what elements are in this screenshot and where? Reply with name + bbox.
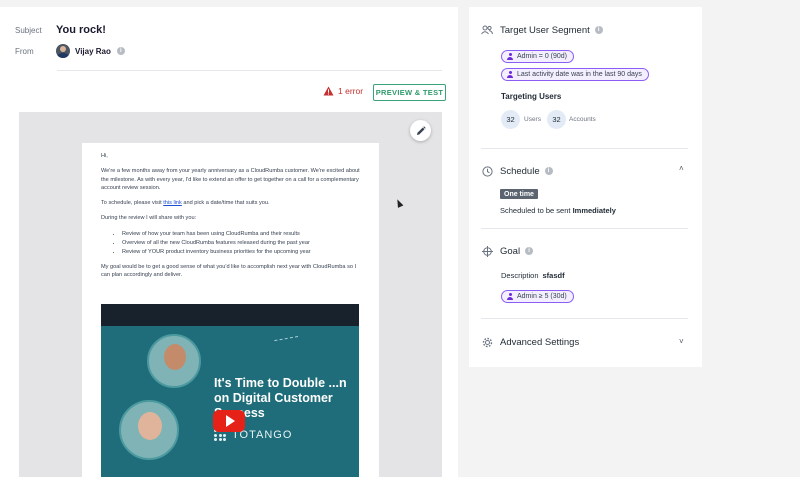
avatar	[56, 44, 70, 58]
section-divider	[481, 228, 688, 229]
target-segment-title: Target User Segment	[500, 24, 590, 36]
person-icon	[507, 53, 513, 60]
email-paragraph-3: During the review I will share with you:	[101, 215, 197, 222]
chip-label: Last activity date was in the last 90 da…	[517, 71, 642, 78]
email-text: To schedule, please visit	[101, 200, 164, 207]
goal-description: Description sfasdf	[501, 271, 565, 280]
subject-label: Subject	[15, 25, 42, 35]
chip-label: Admin = 0 (90d)	[517, 53, 567, 60]
goal-header: Goal i	[481, 245, 534, 257]
from-label: From	[15, 46, 34, 56]
schedule-header[interactable]: Schedule i	[481, 165, 553, 177]
accounts-label: Accounts	[569, 116, 596, 123]
info-icon[interactable]: i	[116, 47, 125, 55]
paper-plane-decoration	[274, 335, 300, 351]
subject-value[interactable]: You rock!	[56, 24, 106, 36]
chip-label: Admin ≥ 5 (30d)	[517, 293, 567, 300]
accounts-count: 32	[547, 110, 566, 129]
error-text: 1 error	[338, 86, 364, 96]
users-count: 32	[501, 110, 520, 129]
pencil-icon	[416, 125, 426, 135]
edit-button[interactable]	[410, 120, 431, 141]
info-icon[interactable]: i	[594, 26, 603, 34]
video-embed[interactable]: It's Time to Double ...n on Digital Cust…	[101, 304, 359, 477]
subject-row: Subject You rock!	[15, 24, 106, 36]
description-label: Description	[501, 271, 539, 280]
chevron-down-icon[interactable]: ˅	[679, 337, 684, 346]
schedule-text: Scheduled to be sent	[500, 206, 573, 215]
users-icon	[481, 24, 493, 36]
warning-icon	[323, 86, 334, 96]
schedule-link[interactable]: this link	[163, 200, 182, 206]
from-row: From Vijay Rao i	[15, 44, 125, 58]
info-icon[interactable]: i	[544, 167, 553, 175]
gear-icon	[481, 336, 493, 348]
play-button-icon[interactable]	[213, 410, 245, 432]
person-icon	[507, 293, 513, 300]
header-divider	[57, 70, 442, 71]
segment-filter-chip[interactable]: Admin = 0 (90d)	[501, 50, 574, 63]
clock-icon	[481, 165, 493, 177]
list-item: Review of YOUR product inventory busines…	[122, 248, 360, 256]
segment-filter-chip[interactable]: Last activity date was in the last 90 da…	[501, 68, 649, 81]
from-value[interactable]: Vijay Rao	[75, 47, 111, 56]
email-paragraph-2: To schedule, please visit this link and …	[101, 199, 360, 207]
email-paragraph-4: My goal would be to get a good sense of …	[101, 263, 357, 279]
goal-title: Goal	[500, 245, 521, 257]
target-segment-header: Target User Segment i	[481, 24, 603, 36]
goal-filter-chip[interactable]: Admin ≥ 5 (30d)	[501, 290, 574, 303]
email-bullet-list: Review of how your team has been using C…	[122, 230, 360, 256]
person-icon	[507, 71, 513, 78]
preview-test-button[interactable]: PREVIEW & TEST	[373, 84, 446, 101]
advanced-settings-header[interactable]: Advanced Settings	[481, 336, 579, 348]
list-item: Review of how your team has been using C…	[122, 230, 360, 238]
section-divider	[481, 148, 688, 149]
error-indicator[interactable]: 1 error	[323, 86, 363, 96]
video-thumbnail: It's Time to Double ...n on Digital Cust…	[101, 326, 359, 477]
schedule-type-badge: One time	[500, 189, 538, 199]
list-item: Overview of all the new CloudRumba featu…	[122, 239, 360, 247]
email-text: and pick a date/time that suits you.	[181, 200, 270, 207]
schedule-title: Schedule	[500, 165, 540, 177]
chevron-up-icon[interactable]: ˄	[679, 164, 684, 173]
speaker-photo-2	[119, 400, 179, 460]
target-icon	[481, 245, 493, 257]
speaker-photo-1	[147, 334, 201, 388]
advanced-settings-title: Advanced Settings	[500, 336, 580, 348]
info-icon[interactable]: i	[525, 247, 534, 255]
email-paragraph-1: We're a few months away from your yearly…	[101, 168, 360, 191]
section-divider	[481, 318, 688, 319]
schedule-description: Scheduled to be sent Immediately	[500, 206, 616, 215]
description-value: sfasdf	[542, 271, 565, 280]
users-label: Users	[524, 116, 541, 123]
email-greeting: Hi,	[101, 153, 108, 159]
schedule-timing: Immediately	[572, 206, 616, 215]
targeting-users-label: Targeting Users	[501, 92, 562, 101]
